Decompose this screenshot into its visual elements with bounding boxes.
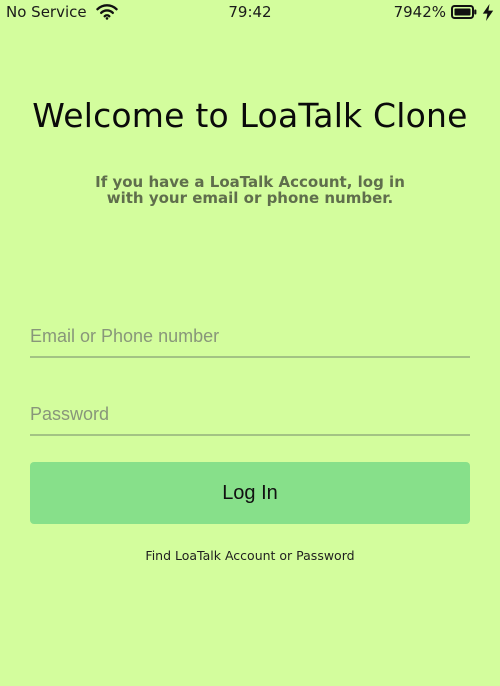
battery-icon	[451, 5, 477, 19]
email-field-container	[30, 316, 470, 358]
status-bar: No Service 79:42 7942%	[0, 0, 500, 26]
login-screen: No Service 79:42 7942% Welcome to LoaTal…	[0, 0, 500, 686]
welcome-title: Welcome to LoaTalk Clone	[32, 96, 468, 135]
find-account-link-row: Find LoaTalk Account or Password	[0, 548, 500, 563]
password-field-container	[30, 394, 470, 436]
welcome-subtitle: If you have a LoaTalk Account, log in wi…	[95, 173, 405, 207]
password-input[interactable]	[30, 394, 470, 434]
battery-group: 7942%	[394, 3, 494, 21]
email-or-phone-input[interactable]	[30, 316, 470, 356]
charging-bolt-icon	[482, 3, 494, 21]
battery-percent: 7942%	[393, 3, 446, 21]
log-in-button[interactable]: Log In	[30, 462, 470, 524]
find-account-link[interactable]: Find LoaTalk Account or Password	[145, 548, 354, 563]
